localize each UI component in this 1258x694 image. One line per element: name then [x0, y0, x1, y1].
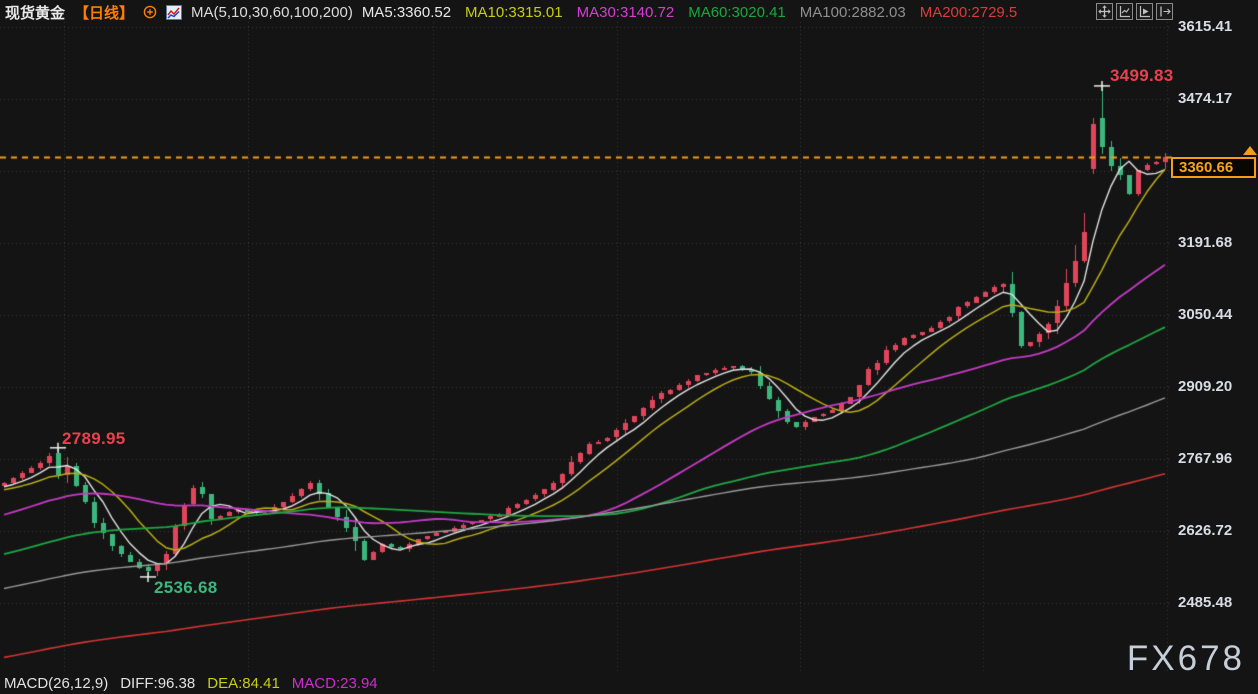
price-axis-tick: 3474.17 [1178, 90, 1232, 108]
price-axis-tick: 2626.72 [1178, 522, 1232, 540]
symbol-name: 现货黄金 [5, 2, 65, 23]
period-label[interactable]: 【日线】 [74, 2, 134, 23]
scale-axis-tool-button[interactable] [1116, 3, 1133, 20]
macd-legend-item: MACD:23.94 [292, 675, 378, 692]
price-axis-tick: 2485.48 [1178, 594, 1232, 612]
price-axis-tick: 3191.68 [1178, 234, 1232, 252]
ma-legend-value: MA100:2882.03 [800, 4, 906, 21]
pan-tool-button[interactable] [1096, 3, 1113, 20]
chart-toolbar [1096, 3, 1173, 20]
collapse-panel-tool-button[interactable] [1156, 3, 1173, 20]
chart-legend: 现货黄金 【日线】 MA(5,10,30,60,100,200) MA5:336… [5, 2, 1017, 22]
macd-legend-item: DEA:84.41 [207, 675, 280, 692]
annotation-all-time-high: 3499.83 [1110, 66, 1174, 86]
ma-legend-value: MA30:3140.72 [577, 4, 675, 21]
price-axis-tick: 3050.44 [1178, 306, 1232, 324]
annotation-swing-low: 2536.68 [154, 578, 218, 598]
chart-window: 现货黄金 【日线】 MA(5,10,30,60,100,200) MA5:336… [0, 0, 1258, 694]
ma-legend: MA5:3360.52 MA10:3315.01 MA30:3140.72 MA60:… [362, 4, 1017, 21]
last-price-value: 3360.66 [1179, 159, 1233, 176]
chart-type-icon[interactable] [166, 5, 182, 20]
ma-legend-value: MA60:3020.41 [688, 4, 786, 21]
last-price-box: 3360.66 [1171, 157, 1256, 178]
indicator-tool-button[interactable] [1136, 3, 1153, 20]
ma-legend-value: MA10:3315.01 [465, 4, 563, 21]
macd-legend: MACD(26,12,9) DIFF:96.38 DEA:84.41 MACD:23.… [4, 675, 378, 692]
price-axis-tick: 3615.41 [1178, 18, 1232, 36]
price-axis-tick: 2909.20 [1178, 378, 1232, 396]
ma-legend-value: MA200:2729.5 [920, 4, 1018, 21]
price-up-arrow-icon [1243, 146, 1257, 155]
macd-legend-item: MACD(26,12,9) [4, 675, 108, 692]
add-indicator-icon[interactable] [143, 5, 157, 19]
watermark: FX678 [1127, 639, 1245, 679]
price-axis-tick: 2767.96 [1178, 450, 1232, 468]
ma-group-label: MA(5,10,30,60,100,200) [191, 4, 353, 21]
macd-legend-item: DIFF:96.38 [120, 675, 195, 692]
ma-legend-value: MA5:3360.52 [362, 4, 451, 21]
annotation-swing-high: 2789.95 [62, 429, 126, 449]
